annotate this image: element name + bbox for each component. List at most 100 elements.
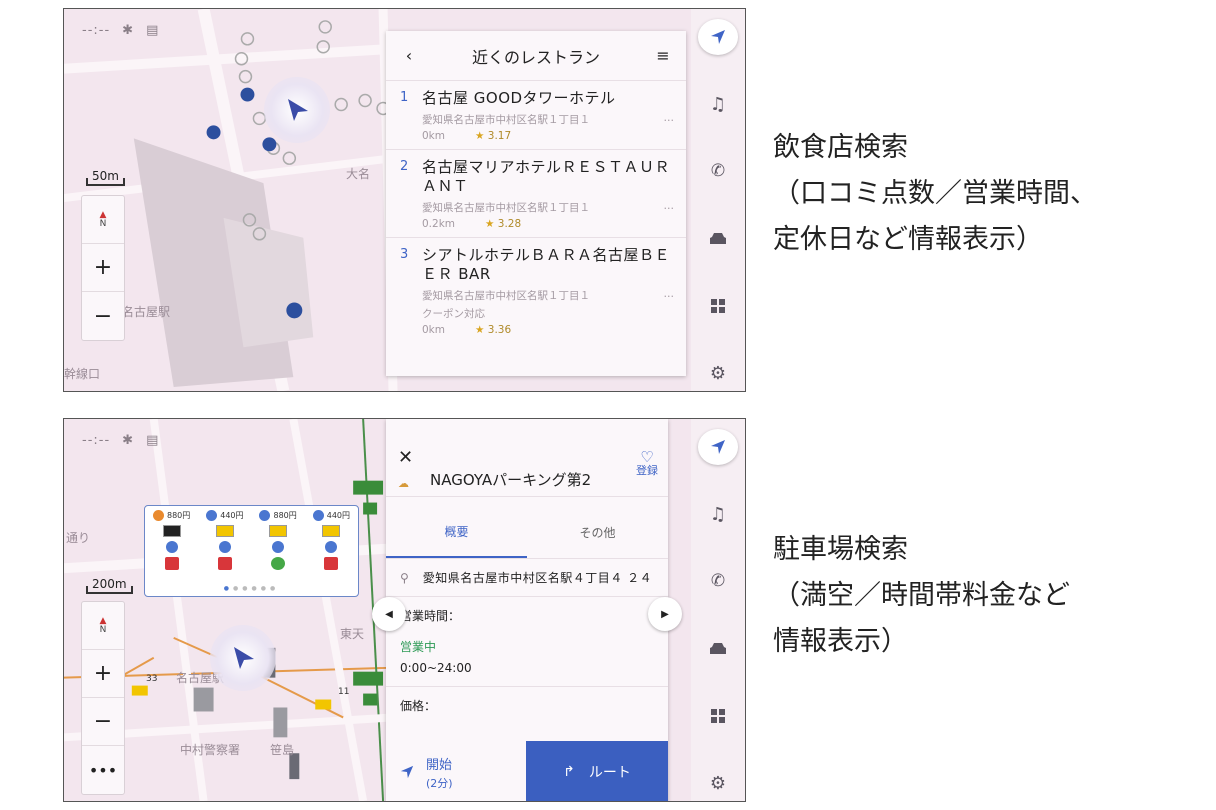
favorite-label: 登録 [636, 464, 658, 477]
list-item[interactable]: 3 シアトルホテルＢＡＲＡ名古屋ＢＥＥＲ BAR 愛知県名古屋市中村区名駅１丁目… [386, 238, 686, 343]
parking-logo-icon [162, 525, 181, 537]
detail-tabs: 概要 その他 [386, 497, 668, 559]
parking-logo-icon [322, 525, 341, 537]
apps-button[interactable] [698, 698, 738, 734]
bluetooth-icon: ✱ [122, 23, 135, 38]
apps-button[interactable] [698, 288, 738, 324]
heart-icon: ♡ [640, 448, 654, 466]
phone-icon: ✆ [710, 571, 726, 592]
caption-line: （口コミ点数／営業時間、 [773, 178, 1097, 209]
back-icon[interactable]: ‹ [400, 46, 418, 65]
music-button[interactable]: ♫ [698, 496, 738, 532]
item-number: 2 [400, 159, 409, 174]
status-circle-icon [325, 541, 338, 553]
car-button[interactable] [698, 221, 738, 257]
restaurant-list-panel: ‹ 近くのレストラン ≡ 1 名古屋 GOODタワーホテル 愛知県名古屋市中村区… [386, 31, 686, 376]
hours-label: 営業時間： [400, 609, 461, 623]
more-options-button[interactable]: ••• [82, 746, 124, 794]
location-pin-icon: ⚲ [400, 571, 409, 585]
zoom-in-button[interactable]: + [82, 244, 124, 292]
price-dot-icon [312, 510, 324, 521]
sort-icon[interactable]: ≡ [654, 46, 672, 65]
item-coupon: クーポン対応 [422, 308, 485, 320]
car-button[interactable] [698, 631, 738, 667]
current-location-marker [210, 625, 276, 691]
caption-line: 駐車場検索 [773, 534, 908, 565]
item-distance: 0km [422, 324, 445, 336]
phone-button[interactable]: ✆ [698, 154, 738, 190]
list-item[interactable]: 1 名古屋 GOODタワーホテル 愛知県名古屋市中村区名駅１丁目１… 0km ★ … [386, 81, 686, 150]
caption-line: 定休日など情報表示） [773, 224, 1043, 255]
price-text: 880円 [273, 511, 297, 520]
previous-arrow-button[interactable]: ◀ [372, 597, 406, 631]
location-arrow-icon [288, 99, 308, 121]
list-item[interactable]: 2 名古屋マリアホテルＲＥＳＴＡＵＲＡＮＴ 愛知県名古屋市中村区名駅１丁目１… … [386, 150, 686, 238]
tab-other[interactable]: その他 [527, 497, 668, 558]
parking-detail-panel: ✕ ☁ NAGOYAパーキング第2 ♡ 登録 概要 その他 ⚲ 愛知県名古屋市中… [386, 419, 668, 801]
current-location-marker [264, 77, 330, 143]
parking-column[interactable]: 880円 [259, 510, 297, 570]
navigation-button[interactable] [698, 19, 738, 55]
phone-icon: ✆ [710, 161, 726, 182]
route-button[interactable]: ↱ ルート [526, 741, 668, 801]
tab-overview[interactable]: 概要 [386, 497, 527, 558]
compass-button[interactable]: ▲ N [82, 602, 124, 650]
item-rating: 3.28 [497, 218, 522, 230]
parking-p-icon [324, 557, 339, 570]
caption-line: 情報表示） [773, 626, 908, 657]
dcm-icon: ▤ [146, 433, 160, 448]
address-row: ⚲ 愛知県名古屋市中村区名駅４丁目４ ２４ [386, 559, 668, 597]
action-bar: 開始 (2分) ↱ ルート [386, 741, 668, 801]
dcm-icon: ▤ [146, 23, 160, 38]
parking-column[interactable]: 880円 [152, 510, 191, 570]
restaurant-search-screen: --:-- ✱ ▤ 大名 名古屋駅 幹線口 50m ▲ N + − ‹ 近くのレス… [63, 8, 746, 392]
music-icon: ♫ [709, 503, 727, 525]
navigation-arrow-icon [400, 765, 414, 779]
next-arrow-button[interactable]: ▶ [648, 597, 682, 631]
parking-caption: 駐車場検索 （満空／時間帯料金など 情報表示） [773, 527, 1070, 665]
list-header: ‹ 近くのレストラン ≡ [386, 31, 686, 81]
car-icon [710, 232, 726, 244]
status-bar: --:-- ✱ ▤ [82, 23, 159, 38]
compass-button[interactable]: ▲ N [82, 196, 124, 244]
caption-line: （満空／時間帯料金など [773, 580, 1070, 611]
route-label: ルート [588, 765, 631, 781]
price-row: 価格： [386, 687, 668, 724]
route-turn-icon: ↱ [563, 764, 575, 780]
map-label-line: 幹線口 [64, 367, 101, 381]
close-icon[interactable]: ✕ [398, 447, 413, 468]
status-circle-icon [272, 541, 285, 553]
apps-grid-icon [711, 708, 725, 723]
weather-icon: ☁ [398, 477, 409, 490]
list-title: 近くのレストラン [471, 47, 600, 67]
parking-p-icon [164, 557, 179, 570]
music-button[interactable]: ♫ [698, 86, 738, 122]
price-text: 440円 [326, 511, 351, 520]
star-icon: ★ [485, 218, 495, 230]
favorite-button[interactable]: ♡ 登録 [636, 448, 658, 478]
map-label-sasa: 笹島 [270, 743, 295, 757]
more-icon: … [663, 200, 675, 212]
item-name: シアトルホテルＢＡＲＡ名古屋ＢＥＥＲ BAR [422, 246, 671, 283]
parking-column[interactable]: 440円 [206, 510, 244, 570]
gear-icon: ⚙ [709, 362, 727, 384]
gear-icon: ⚙ [709, 772, 727, 794]
zoom-in-button[interactable]: + [82, 650, 124, 698]
parking-price-popup[interactable]: 880円 440円 880円 440円 ●●●●●● [144, 505, 359, 597]
settings-button[interactable]: ⚙ [698, 355, 738, 391]
side-menu-rail: ♫ ✆ ⚙ [691, 9, 745, 391]
price-text: 880円 [166, 511, 191, 520]
navigation-button[interactable] [698, 429, 738, 465]
start-duration: (2分) [426, 776, 453, 790]
parking-column[interactable]: 440円 [312, 510, 351, 570]
open-status: 営業中 [400, 640, 437, 654]
zoom-out-button[interactable]: − [82, 292, 124, 340]
settings-button[interactable]: ⚙ [698, 765, 738, 801]
map-label-east: 東天 [340, 627, 365, 641]
clock-text: --:-- [82, 23, 111, 38]
item-rating: 3.17 [487, 130, 512, 142]
zoom-out-button[interactable]: − [82, 698, 124, 746]
phone-button[interactable]: ✆ [698, 564, 738, 600]
music-icon: ♫ [709, 93, 727, 115]
start-button[interactable]: 開始 (2分) [386, 741, 526, 801]
